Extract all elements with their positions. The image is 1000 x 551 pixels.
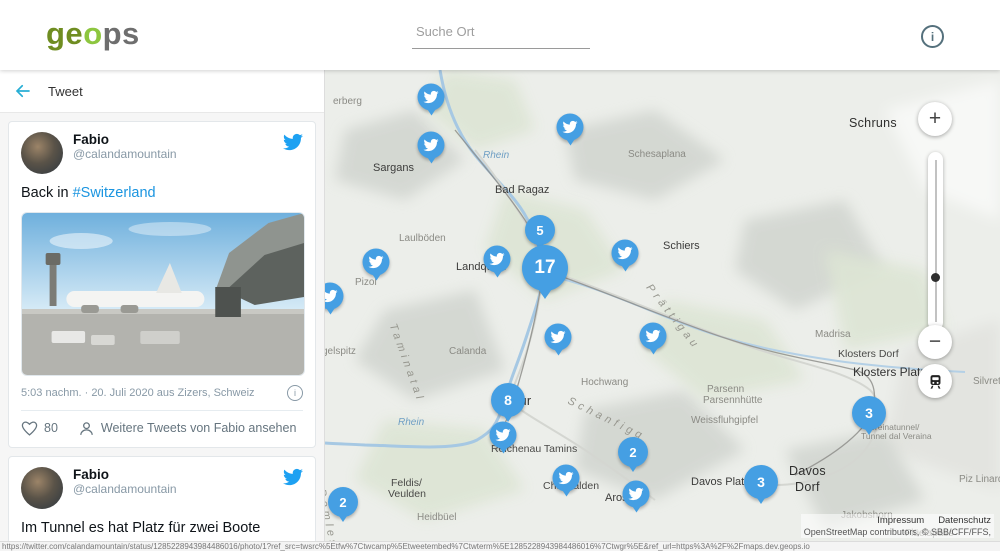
- tweet-marker[interactable]: [640, 323, 667, 350]
- zoom-slider-track: [935, 160, 937, 322]
- like-icon[interactable]: [21, 420, 38, 437]
- twitter-bird-icon: [618, 246, 633, 261]
- link-status-bar: https://twitter.com/calandamountain/stat…: [0, 541, 1000, 551]
- logo-text: ge: [46, 16, 83, 51]
- back-arrow-icon: [14, 82, 32, 100]
- sidebar-title: Tweet: [48, 84, 83, 99]
- twitter-bird-icon: [563, 120, 578, 135]
- twitter-bird-icon: [325, 289, 338, 304]
- tweet-card: Fabio @calandamountain Im Tunnel es hat …: [8, 456, 316, 541]
- tweet-marker[interactable]: [418, 132, 445, 159]
- tweet-card: Fabio @calandamountain Back in #Switzerl…: [8, 121, 316, 448]
- twitter-bird-icon: [424, 90, 439, 105]
- back-button[interactable]: [14, 82, 32, 100]
- more-tweets-link[interactable]: Weitere Tweets von Fabio ansehen: [101, 421, 297, 435]
- twitter-bird-icon: [490, 252, 505, 267]
- tweet-sidebar: Tweet Fabio @calandamountain Back in #Sw…: [0, 70, 325, 541]
- twitter-bird-icon: [424, 138, 439, 153]
- person-icon: [78, 420, 95, 437]
- tweet-info-icon[interactable]: i: [287, 385, 303, 401]
- layer-toggle-button[interactable]: [918, 364, 952, 398]
- tweet-cluster-marker[interactable]: 2: [328, 487, 358, 517]
- tweet-cluster-marker[interactable]: 8: [491, 383, 525, 417]
- twitter-bird-icon: [559, 471, 574, 486]
- map-attribution: Impressum Datenschutz OpenStreetMap cont…: [801, 514, 994, 538]
- tweet-marker[interactable]: [612, 240, 639, 267]
- tweet-marker[interactable]: [623, 481, 650, 508]
- zoom-slider[interactable]: [928, 152, 943, 330]
- search-box: [412, 14, 590, 49]
- tweet-photo[interactable]: [21, 212, 305, 376]
- author-name[interactable]: Fabio: [73, 132, 283, 147]
- geops-logo[interactable]: geops: [46, 16, 140, 52]
- tweet-text: Back in #Switzerland: [21, 184, 303, 204]
- tweet-text-plain: Back in: [21, 185, 73, 201]
- tweet-cluster-marker[interactable]: 5: [525, 215, 555, 245]
- tweet-cluster-marker[interactable]: 3: [852, 396, 886, 430]
- copyright-text: OpenStreetMap contributors, © SBB/CFF/FF…: [804, 527, 991, 537]
- tweet-marker[interactable]: [363, 249, 390, 276]
- train-icon: [927, 373, 944, 390]
- tweet-marker[interactable]: [418, 84, 445, 111]
- author-name[interactable]: Fabio: [73, 467, 283, 482]
- zoom-slider-handle[interactable]: [931, 273, 940, 282]
- tweet-marker[interactable]: [557, 114, 584, 141]
- tweet-marker[interactable]: [545, 324, 572, 351]
- tweet-text: Im Tunnel es hat Platz für zwei Boote: [21, 519, 303, 539]
- like-count[interactable]: 80: [44, 421, 58, 435]
- twitter-bird-icon: [369, 255, 384, 270]
- logo-o: o: [83, 16, 102, 51]
- twitter-icon[interactable]: [283, 467, 303, 487]
- twitter-bird-icon: [551, 330, 566, 345]
- zoom-out-button[interactable]: −: [918, 325, 952, 359]
- tweet-marker[interactable]: [490, 422, 517, 449]
- avatar[interactable]: [21, 467, 63, 509]
- app-header: geops i: [0, 0, 1000, 70]
- tweet-marker[interactable]: [553, 465, 580, 492]
- avatar[interactable]: [21, 132, 63, 174]
- search-input[interactable]: [412, 24, 596, 39]
- logo-text-2: ps: [103, 16, 140, 51]
- twitter-bird-icon: [496, 428, 511, 443]
- author-handle[interactable]: @calandamountain: [73, 147, 283, 161]
- info-button[interactable]: i: [921, 25, 944, 48]
- tweet-timestamp: 5:03 nachm. · 20. Juli 2020 aus Zizers, …: [21, 387, 255, 399]
- author-handle[interactable]: @calandamountain: [73, 482, 283, 496]
- zoom-in-button[interactable]: +: [918, 102, 952, 136]
- twitter-bird-icon: [646, 329, 661, 344]
- map-canvas[interactable]: erbergSargansRheinBad RagazSchesaplanaSc…: [325, 70, 1000, 541]
- tweet-cluster-marker[interactable]: 17: [522, 245, 568, 291]
- twitter-bird-icon: [629, 487, 644, 502]
- tweet-marker[interactable]: [484, 246, 511, 273]
- sidebar-header: Tweet: [0, 70, 324, 113]
- datenschutz-link[interactable]: Datenschutz: [938, 515, 991, 526]
- hashtag-link[interactable]: #Switzerland: [73, 185, 156, 201]
- twitter-icon[interactable]: [283, 132, 303, 152]
- tweet-cluster-marker[interactable]: 2: [618, 437, 648, 467]
- impressum-link[interactable]: Impressum: [877, 515, 924, 526]
- tweet-cluster-marker[interactable]: 3: [744, 465, 778, 499]
